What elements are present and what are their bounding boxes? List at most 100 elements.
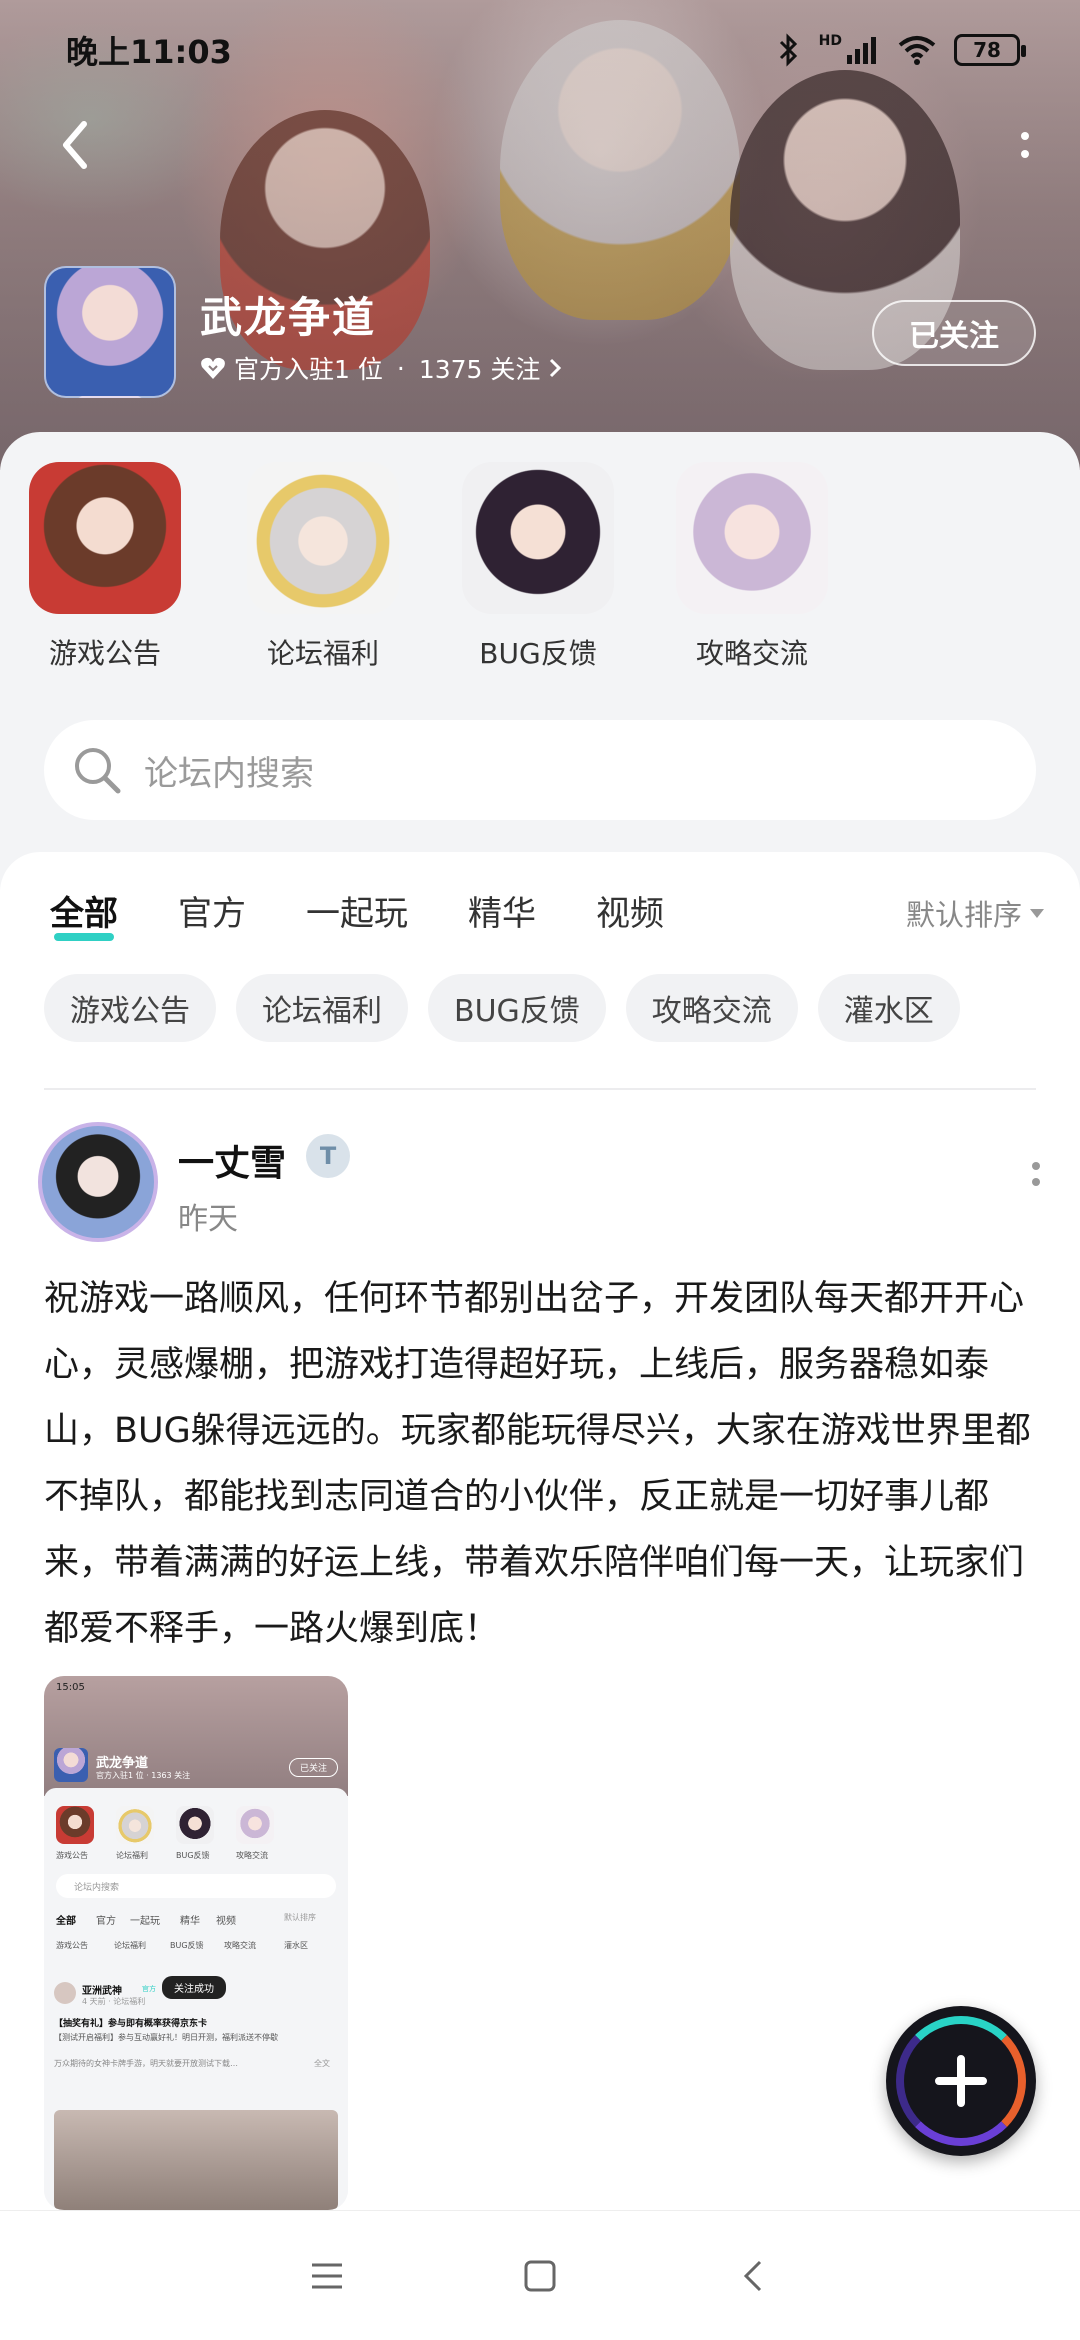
mini-author-tag: 官方 [142,1985,156,1993]
post-more-icon[interactable] [1032,1162,1040,1186]
mini-tab: 一起玩 [130,1916,160,1927]
section-forum-welfare[interactable]: 论坛福利 [233,462,413,672]
sort-dropdown[interactable]: 默认排序 [906,892,1044,934]
chip-strategy[interactable]: 攻略交流 [625,974,798,1042]
section-label: 攻略交流 [695,637,808,670]
tab-official[interactable]: 官方 [178,886,246,935]
mini-thumb [176,1806,214,1844]
chevron-left-icon [63,121,87,169]
user-level-badge-icon: T [306,1134,350,1178]
forum-title: 武龙争道 [200,293,377,342]
tab-play-together[interactable]: 一起玩 [306,886,408,935]
mini-section-label: BUG反馈 [176,1851,210,1860]
mini-post-title: 【抽奖有礼】参与即有概率获得京东卡 [54,2019,208,2029]
mini-thumb [116,1806,154,1844]
chip-bug-feedback[interactable]: BUG反馈 [428,974,606,1042]
battery-level: 78 [973,38,1001,62]
mini-forum-title: 武龙争道 [96,1756,149,1771]
mini-chip: BUG反馈 [170,1941,204,1950]
follower-count: 1375 关注 [418,355,541,384]
forum-avatar [44,266,176,398]
mini-section-label: 论坛福利 [116,1851,148,1860]
mini-tab: 全部 [56,1916,76,1927]
create-post-button[interactable] [886,2006,1036,2156]
mini-thumb [236,1806,274,1844]
caret-down-icon [1030,908,1044,918]
mini-chip: 论坛福利 [114,1941,146,1950]
section-shortcuts: 游戏公告 论坛福利 BUG反馈 攻略交流 [0,462,1080,702]
fab-ring [896,2016,1026,2146]
mini-section-label: 游戏公告 [56,1851,88,1860]
forum-meta[interactable]: 官方入驻1 位 · 1375 关注 [200,350,562,386]
mini-post-line: 【测试开启福利】参与互动赢好礼！明日开测，福利派送不停歇 [54,2033,278,2042]
post-image[interactable]: 15:05 武龙争道 官方入驻1 位 · 1363 关注 已关注 游戏公告 论坛… [44,1676,348,2210]
mini-forum-meta: 官方入驻1 位 · 1363 关注 [96,1771,191,1780]
post-body: 祝游戏一路顺风，任何环节都别出岔子，开发团队每天都开开心心，灵感爆棚，把游戏打造… [44,1279,1031,1649]
section-thumb [247,462,399,614]
back-button[interactable] [50,115,100,175]
mini-post-line: 万众期待的女神卡牌手游，明天就要开放测试下载… [54,2059,238,2068]
mini-sort: 默认排序 [284,1913,316,1922]
mini-thumb [56,1806,94,1844]
home-square-icon[interactable] [510,2246,570,2306]
avatar[interactable] [38,1122,158,1242]
post-time: 昨天 [178,1202,238,1237]
network-label: HD [818,33,842,49]
mini-tab: 视频 [216,1916,236,1927]
wifi-icon [898,36,936,65]
tab-video[interactable]: 视频 [596,886,664,935]
mini-author: 亚洲武神 [82,1986,122,1997]
status-bar: 晚上11:03 HD 78 [0,0,1080,100]
mini-chip: 灌水区 [284,1941,308,1950]
search-input[interactable]: 论坛内搜索 [44,720,1036,820]
status-time: 晚上11:03 [66,33,232,71]
official-heart-icon [201,357,225,379]
post-author[interactable]: 一丈雪 [178,1134,286,1186]
status-icons: HD 78 [777,33,1026,67]
mini-post-picture [54,2110,338,2210]
mini-chip: 游戏公告 [56,1941,88,1950]
chevron-right-icon [550,358,562,378]
menu-icon[interactable] [297,2246,357,2306]
system-nav-bar [0,2210,1080,2340]
mini-forum-avatar [54,1748,88,1782]
section-label: 论坛福利 [266,637,379,670]
mini-time: 15:05 [56,1682,85,1693]
section-game-announcement[interactable]: 游戏公告 [15,462,195,672]
bluetooth-icon [779,33,797,67]
chip-chat[interactable]: 灌水区 [817,974,960,1042]
tab-all[interactable]: 全部 [50,886,118,941]
follow-button[interactable]: 已关注 [872,300,1036,366]
section-label: 游戏公告 [48,637,161,670]
mini-toast: 关注成功 [162,1976,226,1999]
section-strategy[interactable]: 攻略交流 [662,462,842,672]
battery-icon: 78 [954,34,1026,66]
mini-chip: 攻略交流 [224,1941,256,1950]
section-bug-feedback[interactable]: BUG反馈 [448,462,628,672]
chip-game-announcement[interactable]: 游戏公告 [44,974,216,1042]
sort-label: 默认排序 [905,898,1022,932]
back-icon[interactable] [723,2246,783,2306]
search-icon [75,748,121,794]
section-thumb [29,462,181,614]
mini-author-time: 4 天前 · 论坛福利 [82,1997,146,2006]
chip-forum-welfare[interactable]: 论坛福利 [236,974,408,1042]
mini-more: 全文 [314,2059,330,2068]
signal-icon [847,37,876,64]
tab-featured[interactable]: 精华 [468,886,536,935]
search-placeholder: 论坛内搜索 [144,753,314,794]
divider [44,1088,1036,1090]
mini-section-label: 攻略交流 [236,1851,268,1860]
mini-banner [44,1676,348,1796]
category-chips: 游戏公告 论坛福利 BUG反馈 攻略交流 灌水区 [44,974,960,1042]
meta-separator: · [396,353,405,383]
mini-tab: 官方 [96,1916,116,1927]
section-thumb [462,462,614,614]
mini-search-text: 论坛内搜索 [74,1883,120,1893]
more-vertical-icon[interactable] [1010,120,1040,170]
mini-tab: 精华 [180,1916,200,1927]
official-count: 官方入驻1 位 [234,355,383,384]
section-label: BUG反馈 [479,637,597,670]
section-thumb [676,462,828,614]
mini-follow: 已关注 [288,1758,338,1777]
